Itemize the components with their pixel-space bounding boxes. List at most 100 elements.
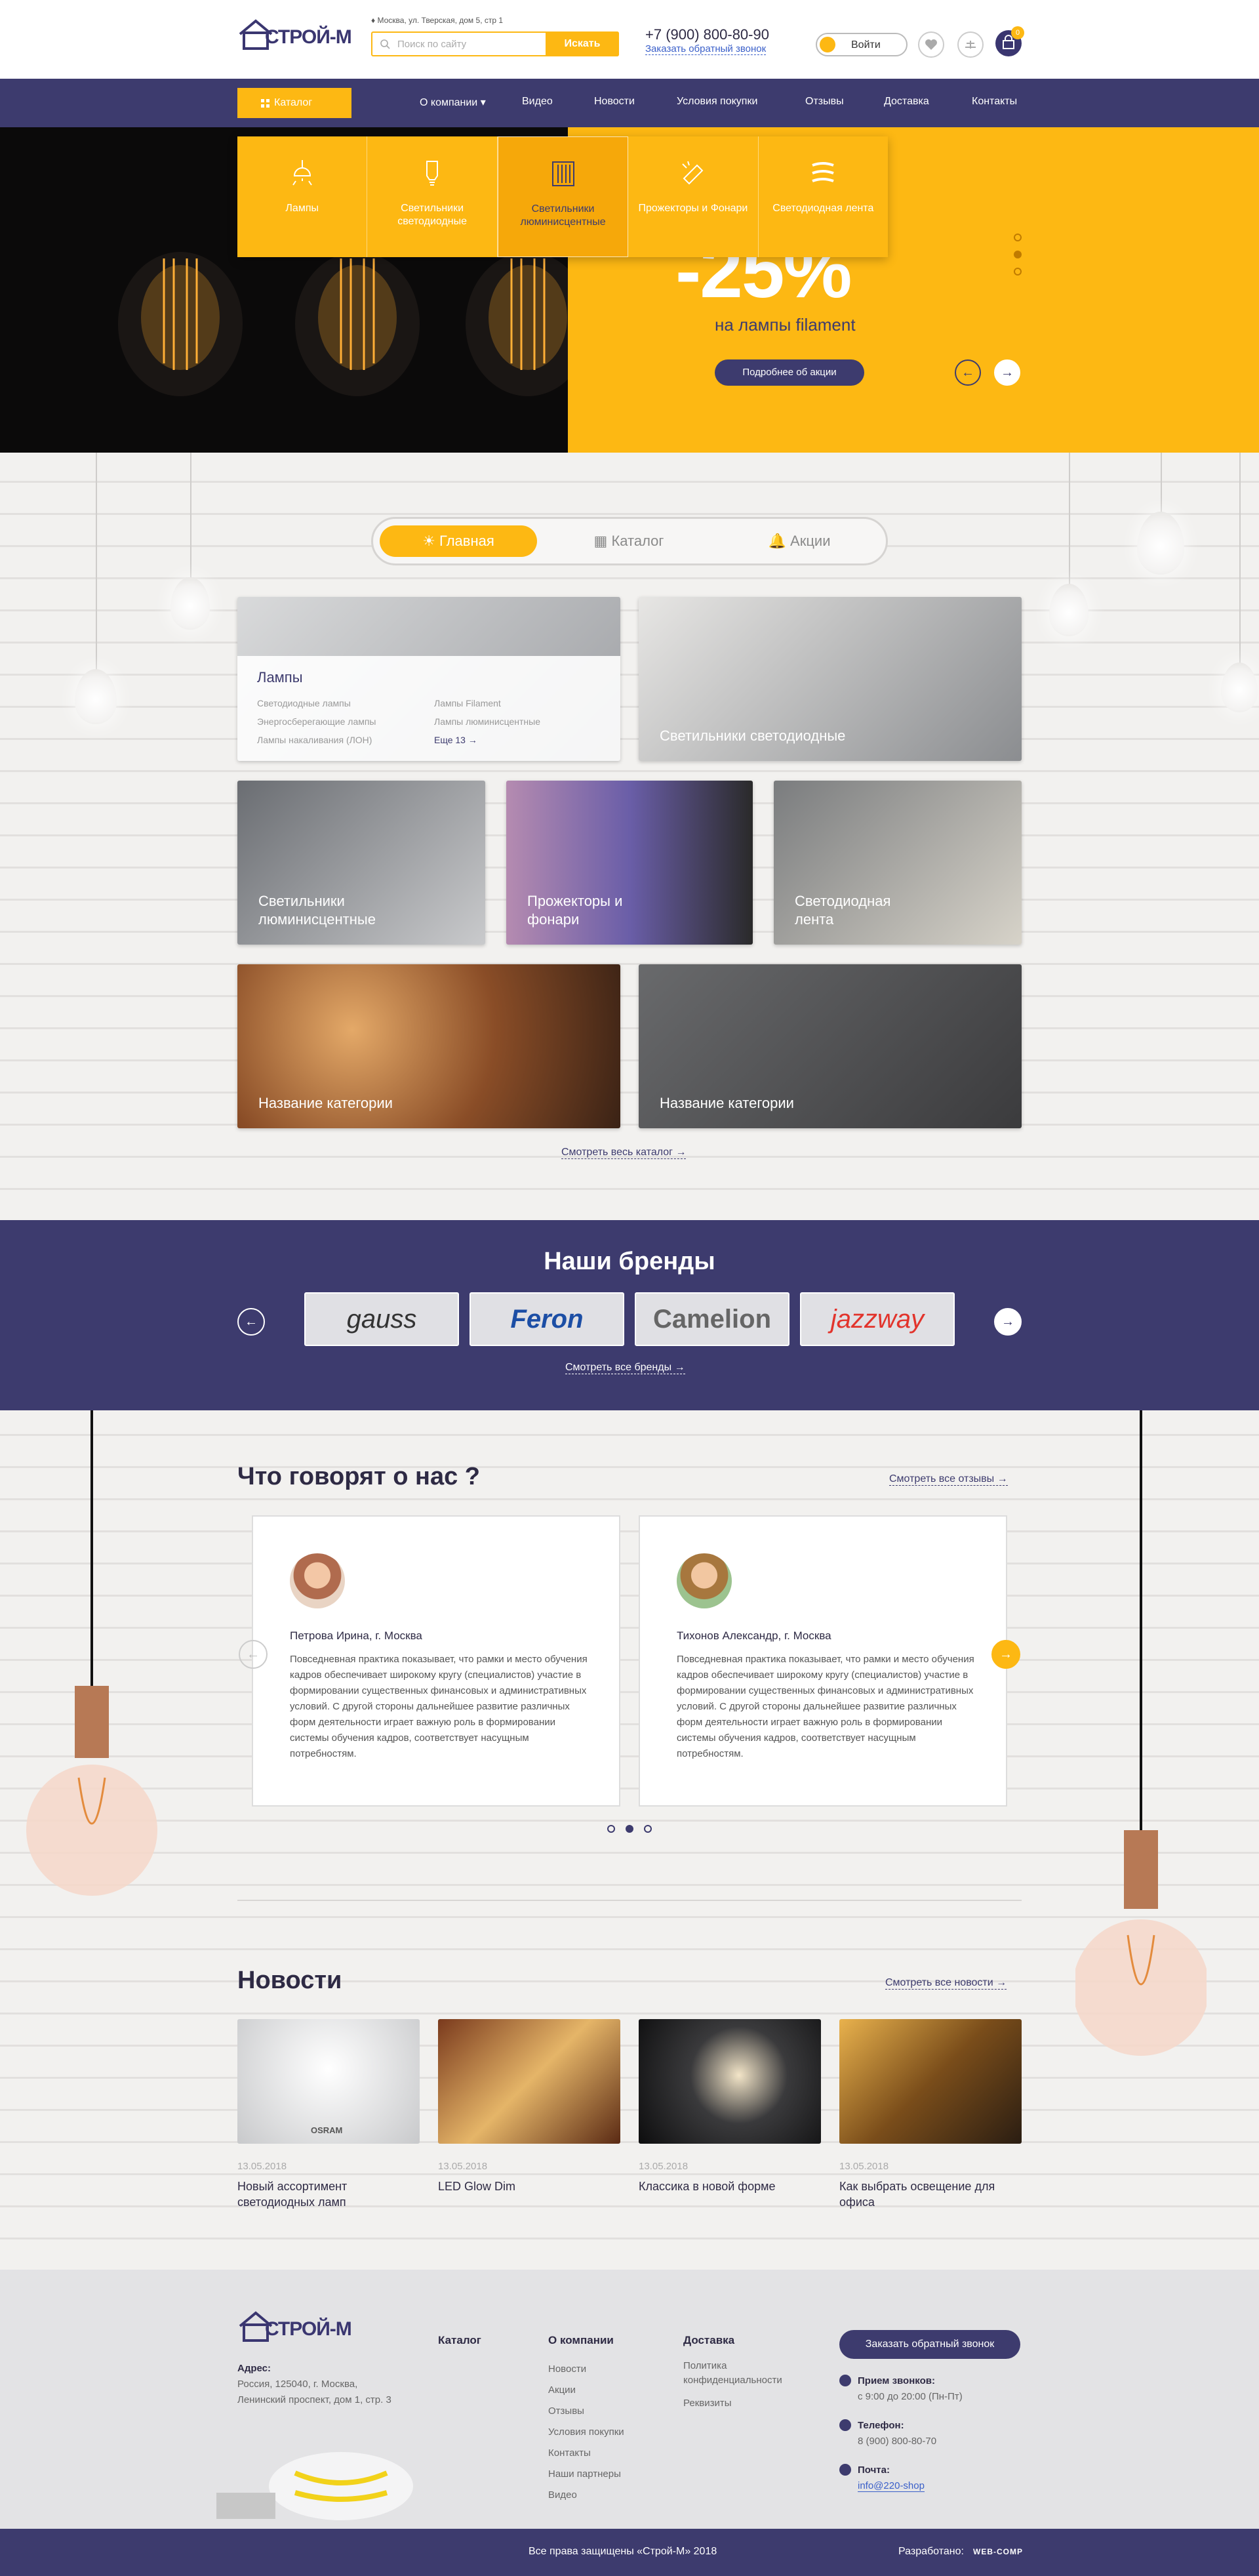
- footer-link[interactable]: Видео: [548, 2485, 624, 2506]
- slider-dot[interactable]: [1014, 268, 1022, 276]
- tab-main[interactable]: ☀ Главная: [380, 525, 537, 557]
- category-link[interactable]: Светодиодные лампы: [257, 698, 351, 708]
- footer-company-link[interactable]: О компании: [548, 2334, 624, 2347]
- news-card[interactable]: OSRAM 13.05.2018 Новый ассортимент свето…: [237, 2019, 420, 2210]
- brand-logo-jazzway[interactable]: jazzway: [800, 1292, 955, 1346]
- news-title-link[interactable]: LED Glow Dim: [438, 2178, 620, 2194]
- dropdown-item-lamps[interactable]: Лампы: [237, 136, 368, 257]
- footer-link[interactable]: Отзывы: [548, 2401, 624, 2422]
- nav-item-purchase-terms[interactable]: Условия покупки: [677, 96, 757, 108]
- hero-prev-arrow-icon[interactable]: ←: [955, 359, 981, 386]
- site-logo[interactable]: СТРОЙ-М: [237, 16, 355, 59]
- tab-catalog[interactable]: ▦ Каталог: [557, 525, 701, 557]
- cart-icon[interactable]: 0: [995, 26, 1024, 56]
- all-brands-link[interactable]: Смотреть все бренды →: [565, 1362, 685, 1374]
- news-card[interactable]: 13.05.2018 LED Glow Dim: [438, 2019, 620, 2194]
- hanging-wire: [96, 453, 97, 676]
- slider-dot-active[interactable]: [1014, 251, 1022, 258]
- ceiling-lamp-icon: [292, 160, 312, 186]
- tab-promos[interactable]: 🔔 Акции: [727, 525, 871, 557]
- reviews-prev-arrow-icon[interactable]: ←: [239, 1640, 268, 1669]
- hanging-wire: [1069, 453, 1070, 590]
- nav-item-reviews[interactable]: Отзывы: [805, 96, 844, 108]
- all-reviews-link[interactable]: Смотреть все отзывы →: [889, 1473, 1008, 1486]
- dropdown-item-spotlights[interactable]: Прожекторы и Фонари: [628, 136, 759, 257]
- footer-link[interactable]: Политика конфиденциальности: [683, 2359, 814, 2388]
- category-link[interactable]: Лампы Filament: [434, 698, 501, 708]
- category-tile-spotlights[interactable]: Прожекторы и фонари: [506, 781, 753, 945]
- dropdown-item-led-strip[interactable]: Светодиодная лента: [759, 136, 888, 257]
- favorites-icon[interactable]: [918, 31, 944, 58]
- brands-next-arrow-icon[interactable]: →: [994, 1308, 1022, 1336]
- category-tile-led-lights[interactable]: Светильники светодиодные: [639, 597, 1022, 761]
- nav-item-about[interactable]: О компании ▾: [420, 96, 486, 109]
- category-tile-generic[interactable]: Название категории: [639, 964, 1022, 1128]
- dropdown-item-led-lights[interactable]: Светильники светодиодные: [367, 136, 498, 257]
- footer-link[interactable]: Наши партнеры: [548, 2464, 624, 2485]
- footer-logo[interactable]: СТРОЙ-М: [237, 2308, 355, 2351]
- brand-logo-gauss[interactable]: gauss: [304, 1292, 459, 1346]
- category-link[interactable]: Энергосберегающие лампы: [257, 716, 376, 727]
- footer-delivery-link[interactable]: Доставка: [683, 2334, 814, 2347]
- footer-link[interactable]: Новости: [548, 2359, 624, 2380]
- news-card[interactable]: 13.05.2018 Как выбрать освещение для офи…: [839, 2019, 1022, 2210]
- category-tile-lamps[interactable]: Лампы Светодиодные лампы Энергосберегающ…: [237, 597, 620, 761]
- catalog-menu-button[interactable]: Каталог: [237, 88, 351, 118]
- footer-link[interactable]: Условия покупки: [548, 2422, 624, 2443]
- nav-item-video[interactable]: Видео: [522, 96, 553, 108]
- all-news-link[interactable]: Смотреть все новости →: [885, 1977, 1007, 1990]
- category-tile-fluorescent[interactable]: Светильники люминисцентные: [237, 781, 485, 945]
- more-categories-link[interactable]: Еще 13 →: [434, 735, 477, 745]
- all-catalog-link[interactable]: Смотреть весь каталог →: [561, 1147, 687, 1159]
- footer-catalog-link[interactable]: Каталог: [438, 2334, 481, 2347]
- nav-item-contacts[interactable]: Контакты: [972, 96, 1017, 108]
- search-input[interactable]: Поиск по сайту: [397, 39, 466, 50]
- slider-dot[interactable]: [1014, 234, 1022, 241]
- address-text: ♦ Москва, ул. Тверская, дом 5, стр 1: [371, 16, 504, 25]
- news-title-link[interactable]: Классика в новой форме: [639, 2178, 821, 2194]
- reviews-title: Что говорят о нас ?: [237, 1463, 480, 1490]
- reviews-dot[interactable]: [644, 1825, 652, 1833]
- news-title-link[interactable]: Новый ассортимент светодиодных ламп: [237, 2178, 420, 2210]
- hanging-wire: [1161, 453, 1162, 518]
- bell-icon: 🔔: [768, 533, 791, 549]
- news-date: 13.05.2018: [237, 2161, 287, 2172]
- filament-bulb-image: [118, 252, 243, 396]
- footer-mail-link[interactable]: info@220-shop: [858, 2480, 925, 2492]
- hero-next-arrow-icon[interactable]: →: [994, 359, 1020, 386]
- footer-link[interactable]: Реквизиты: [683, 2393, 814, 2414]
- developer-link[interactable]: WEB-COMP: [973, 2547, 1023, 2556]
- category-tile-led-strip[interactable]: Светодиодная лента: [774, 781, 1022, 945]
- footer-hours: Прием звонков: с 9:00 до 20:00 (Пн-Пт): [839, 2373, 963, 2405]
- category-link[interactable]: Лампы люминисцентные: [434, 716, 540, 727]
- login-button[interactable]: Войти: [816, 33, 908, 56]
- reviews-next-arrow-icon[interactable]: →: [991, 1640, 1020, 1669]
- callback-link[interactable]: Заказать обратный звонок: [645, 43, 767, 55]
- category-tile-generic[interactable]: Название категории: [237, 964, 620, 1128]
- led-strip-icon: [812, 162, 835, 182]
- reviews-dot[interactable]: [607, 1825, 615, 1833]
- promo-details-button[interactable]: Подробнее об акции: [715, 359, 864, 386]
- brands-prev-arrow-icon[interactable]: ←: [237, 1308, 265, 1336]
- brand-logo-camelion[interactable]: Camelion: [635, 1292, 789, 1346]
- logo-text: СТРОЙ-М: [265, 2318, 352, 2340]
- hanging-lamp-image: [26, 1410, 157, 1896]
- nav-item-delivery[interactable]: Доставка: [884, 96, 929, 108]
- dropdown-item-fluorescent[interactable]: Светильники люминисцентные: [497, 136, 629, 257]
- nav-item-news[interactable]: Новости: [594, 96, 635, 108]
- clock-icon: [839, 2375, 851, 2386]
- footer-callback-button[interactable]: Заказать обратный звонок: [839, 2330, 1020, 2359]
- developer-label: Разработано:: [898, 2546, 964, 2557]
- footer-link[interactable]: Контакты: [548, 2443, 624, 2464]
- news-title-link[interactable]: Как выбрать освещение для офиса: [839, 2178, 1022, 2210]
- category-link[interactable]: Лампы накаливания (ЛОН): [257, 735, 372, 745]
- reviews-dot-active[interactable]: [626, 1825, 633, 1833]
- category-label: Светодиодная лента: [795, 893, 891, 928]
- news-card[interactable]: 13.05.2018 Классика в новой форме: [639, 2019, 821, 2194]
- search-button[interactable]: Искать: [546, 31, 619, 56]
- footer-mail: Почта: info@220-shop: [839, 2463, 925, 2494]
- brand-logo-feron[interactable]: Feron: [470, 1292, 624, 1346]
- footer-link[interactable]: Акции: [548, 2380, 624, 2401]
- compare-icon[interactable]: [957, 31, 984, 58]
- fluorescent-tube-icon: [551, 161, 574, 186]
